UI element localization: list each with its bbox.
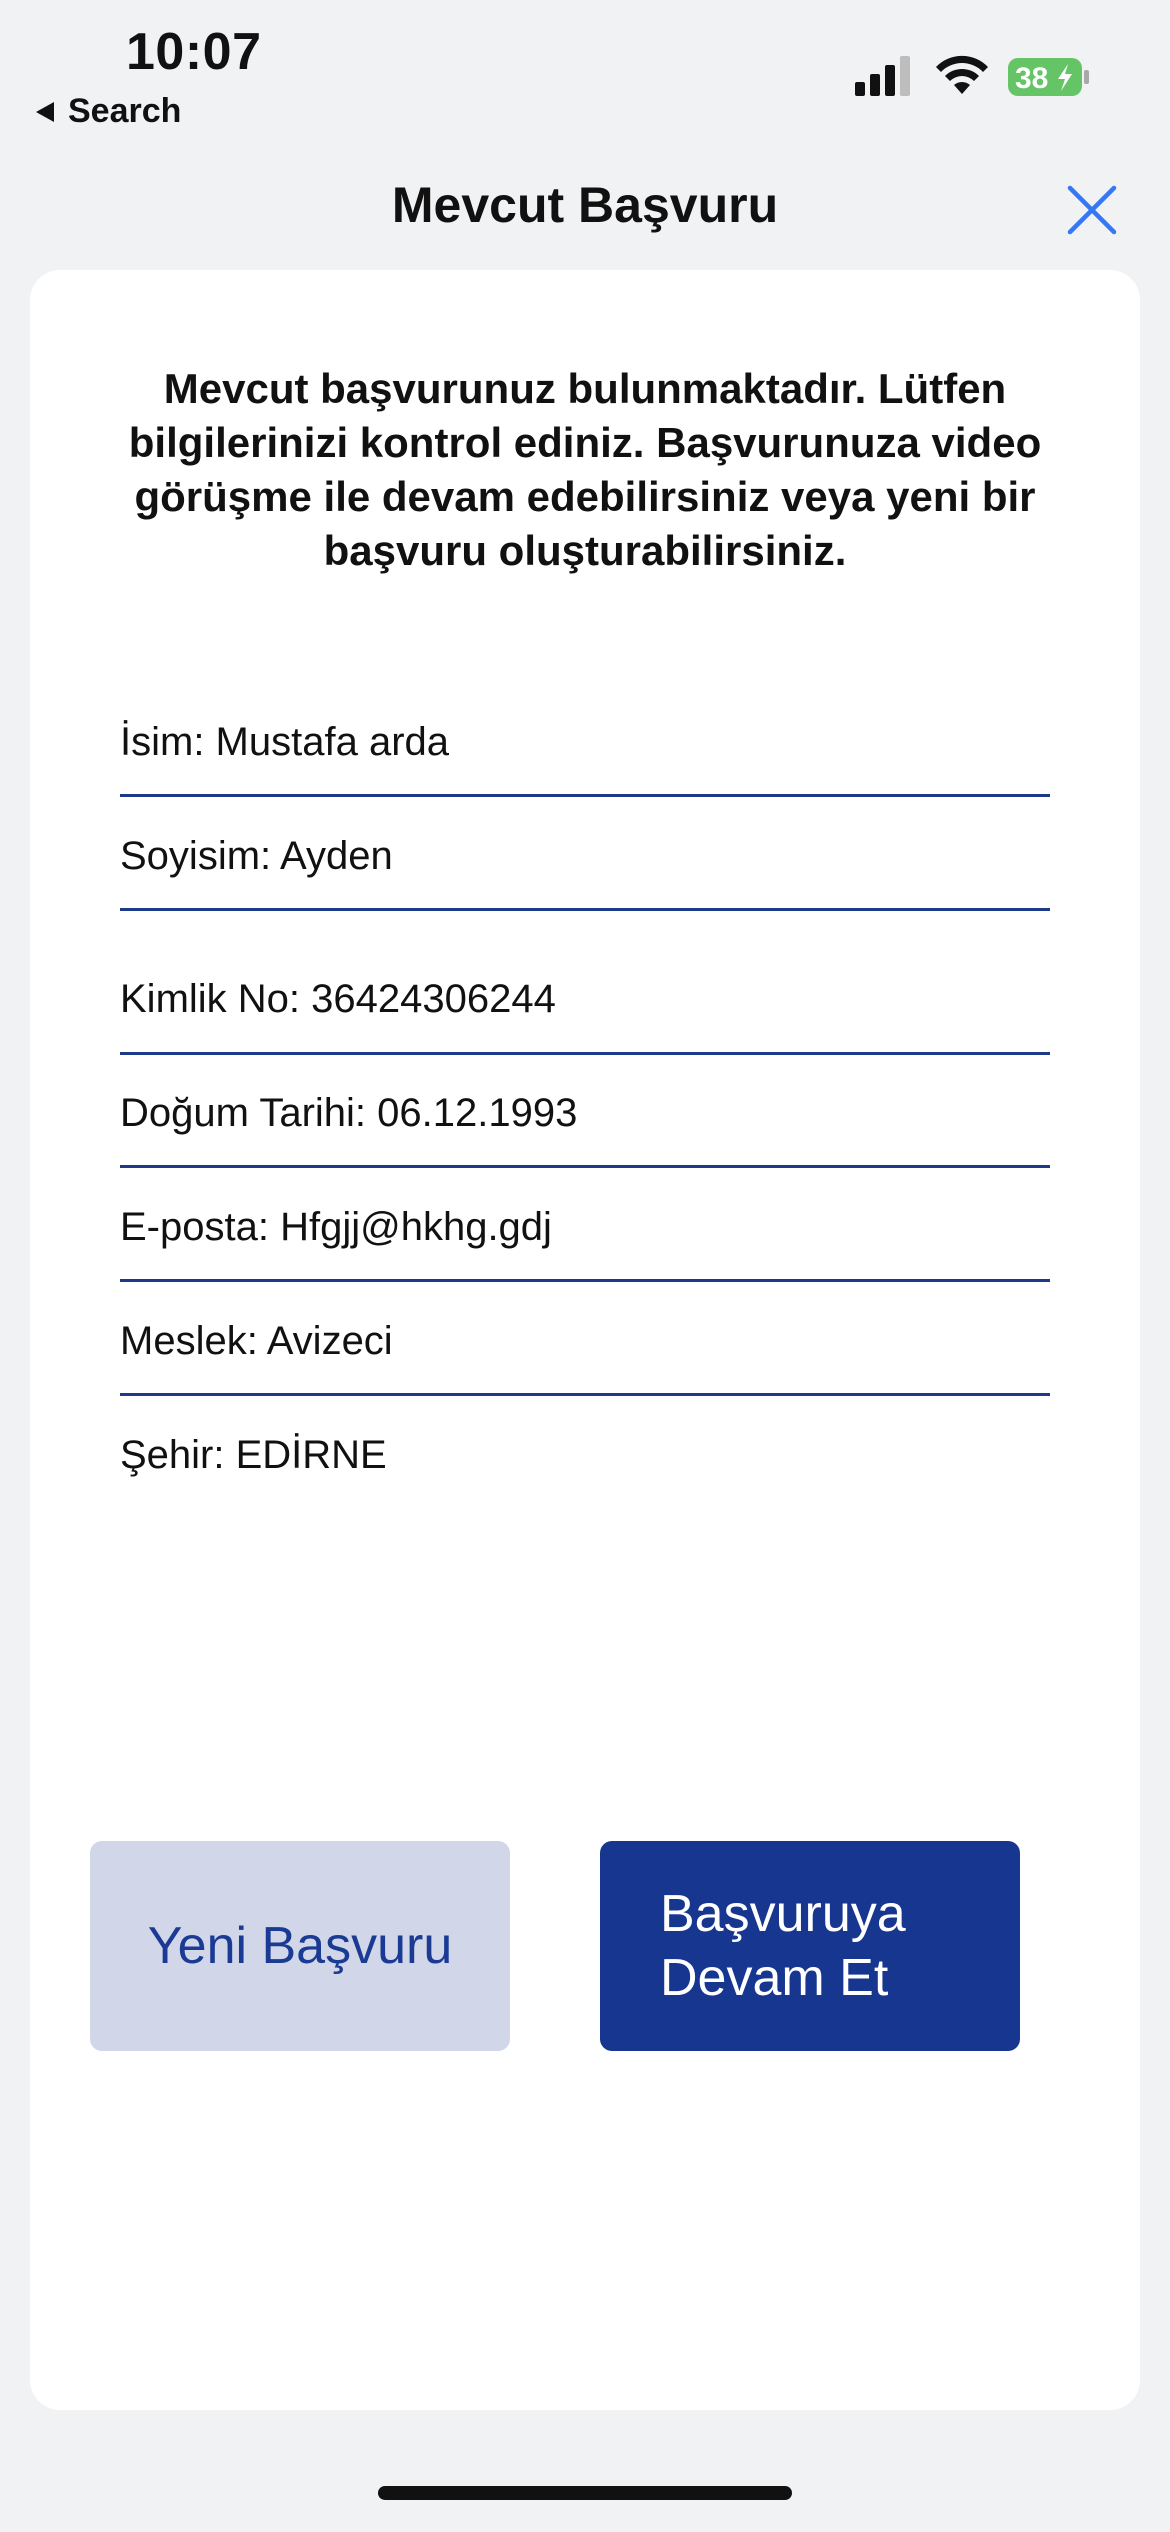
field-first-name-text: İsim: Mustafa arda: [120, 720, 450, 764]
field-birth-date-text: Doğum Tarihi: 06.12.1993: [120, 1091, 578, 1135]
status-bar: 10:07 Search 38: [0, 0, 1170, 140]
close-icon[interactable]: [1062, 180, 1122, 240]
screen: 10:07 Search 38 Mevcut Başvuru Mevcut ba…: [0, 0, 1170, 2532]
field-divider: [120, 1279, 1050, 1282]
field-id-number-text: Kimlik No: 36424306244: [120, 977, 556, 1021]
continue-application-label: Başvuruya Devam Et: [660, 1885, 906, 2007]
field-divider: [120, 1165, 1050, 1168]
field-last-name-text: Soyisim: Ayden: [120, 834, 393, 878]
field-email-text: E-posta: Hfgjj@hkhg.gdj: [120, 1205, 552, 1249]
field-divider: [120, 908, 1050, 911]
status-time: 10:07: [126, 23, 262, 81]
field-divider: [120, 794, 1050, 797]
page-title: Mevcut Başvuru: [391, 177, 779, 233]
cellular-signal-icon: [855, 56, 910, 96]
battery-level-text: 38: [1015, 62, 1048, 95]
wifi-icon: [936, 55, 988, 94]
info-message: Mevcut başvurunuz bulunmaktadır. Lütfen …: [128, 365, 1042, 574]
application-card: Mevcut başvurunuz bulunmaktadır. Lütfen …: [30, 270, 1140, 2410]
back-arrow-icon: [36, 101, 54, 122]
back-to-search-label: Search: [68, 92, 182, 130]
new-application-button[interactable]: Yeni Başvuru: [90, 1841, 510, 2051]
back-to-search-link[interactable]: Search: [36, 92, 181, 131]
field-occupation-text: Meslek: Avizeci: [120, 1319, 393, 1363]
field-city-text: Şehir: EDİRNE: [120, 1433, 387, 1477]
home-indicator[interactable]: [378, 2486, 792, 2500]
continue-application-button[interactable]: Başvuruya Devam Et: [600, 1841, 1020, 2051]
field-divider: [120, 1393, 1050, 1396]
new-application-label: Yeni Başvuru: [147, 1917, 453, 1975]
field-divider: [120, 1052, 1050, 1055]
battery-icon: 38: [1008, 58, 1089, 96]
